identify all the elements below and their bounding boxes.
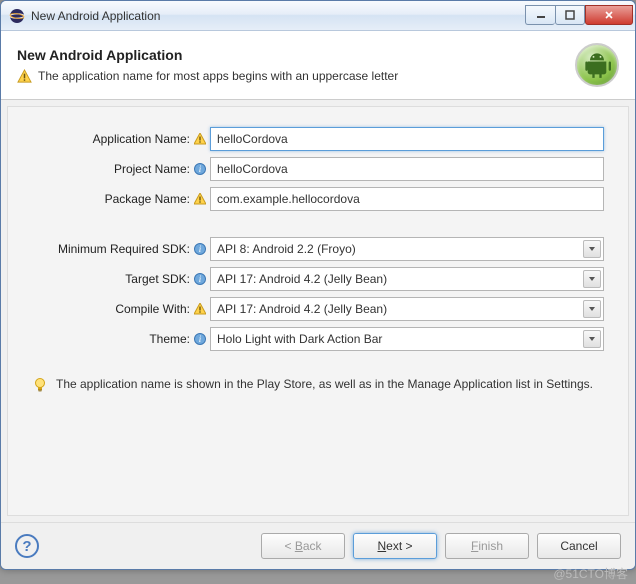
info-icon: i (194, 163, 206, 175)
android-icon (575, 43, 619, 87)
warning-icon (194, 193, 206, 205)
header-message-row: The application name for most apps begin… (17, 69, 575, 84)
header-message: The application name for most apps begin… (38, 69, 398, 83)
lightbulb-icon (32, 377, 48, 393)
theme-select[interactable]: Holo Light with Dark Action Bar (210, 327, 604, 351)
row-target-sdk: Target SDK: i API 17: Android 4.2 (Jelly… (32, 267, 604, 291)
target-sdk-value: API 17: Android 4.2 (Jelly Bean) (217, 272, 387, 286)
dialog-header: New Android Application The application … (1, 31, 635, 100)
chevron-down-icon (583, 270, 601, 288)
app-name-input[interactable] (210, 127, 604, 151)
min-sdk-select[interactable]: API 8: Android 2.2 (Froyo) (210, 237, 604, 261)
warning-icon (17, 69, 32, 84)
form-area: Application Name: Project Name: i Packag… (7, 106, 629, 516)
project-name-input[interactable] (210, 157, 604, 181)
row-project-name: Project Name: i (32, 157, 604, 181)
page-title: New Android Application (17, 47, 575, 63)
theme-value: Holo Light with Dark Action Bar (217, 332, 382, 346)
label-min-sdk: Minimum Required SDK: (32, 242, 192, 256)
help-button[interactable]: ? (15, 534, 39, 558)
label-package-name: Package Name: (32, 192, 192, 206)
row-theme: Theme: i Holo Light with Dark Action Bar (32, 327, 604, 351)
row-compile-with: Compile With: API 17: Android 4.2 (Jelly… (32, 297, 604, 321)
info-icon: i (194, 243, 206, 255)
close-button[interactable] (585, 5, 633, 25)
warning-icon (194, 303, 206, 315)
window-title: New Android Application (31, 9, 525, 23)
row-min-sdk: Minimum Required SDK: i API 8: Android 2… (32, 237, 604, 261)
compile-with-value: API 17: Android 4.2 (Jelly Bean) (217, 302, 387, 316)
hint-box: The application name is shown in the Pla… (32, 375, 604, 393)
eclipse-icon (9, 8, 25, 24)
hint-text: The application name is shown in the Pla… (56, 375, 593, 393)
window-controls (525, 6, 633, 25)
label-theme: Theme: (32, 332, 192, 346)
warning-icon (194, 133, 206, 145)
target-sdk-select[interactable]: API 17: Android 4.2 (Jelly Bean) (210, 267, 604, 291)
label-app-name: Application Name: (32, 132, 192, 146)
package-name-input[interactable] (210, 187, 604, 211)
info-icon: i (194, 273, 206, 285)
dialog-footer: ? < Back Next > Finish Cancel (1, 522, 635, 569)
chevron-down-icon (583, 300, 601, 318)
cancel-button[interactable]: Cancel (537, 533, 621, 559)
row-app-name: Application Name: (32, 127, 604, 151)
label-compile-with: Compile With: (32, 302, 192, 316)
chevron-down-icon (583, 240, 601, 258)
finish-button[interactable]: Finish (445, 533, 529, 559)
label-project-name: Project Name: (32, 162, 192, 176)
info-icon: i (194, 333, 206, 345)
compile-with-select[interactable]: API 17: Android 4.2 (Jelly Bean) (210, 297, 604, 321)
watermark: @51CTO博客 (553, 565, 628, 582)
minimize-button[interactable] (525, 5, 555, 25)
chevron-down-icon (583, 330, 601, 348)
next-button[interactable]: Next > (353, 533, 437, 559)
back-button[interactable]: < Back (261, 533, 345, 559)
row-package-name: Package Name: (32, 187, 604, 211)
min-sdk-value: API 8: Android 2.2 (Froyo) (217, 242, 356, 256)
titlebar[interactable]: New Android Application (1, 1, 635, 31)
dialog-window: New Android Application New Android Appl… (0, 0, 636, 570)
label-target-sdk: Target SDK: (32, 272, 192, 286)
maximize-button[interactable] (555, 5, 585, 25)
